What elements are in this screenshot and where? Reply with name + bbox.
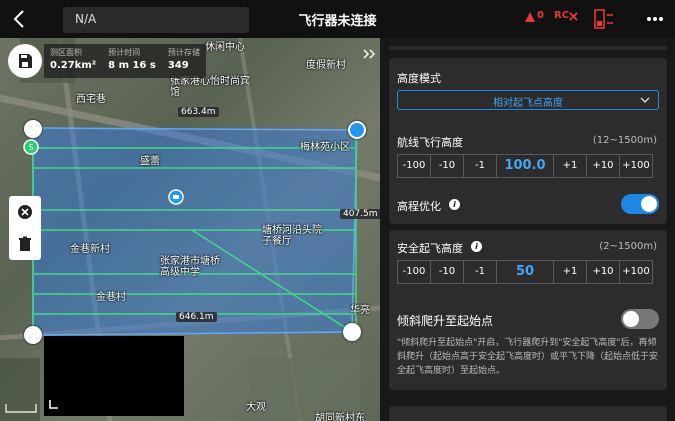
place-label: 休闲中心 — [205, 42, 245, 53]
place-label: 塘桥河沿头院子餐厅 — [262, 225, 322, 247]
mission-stats: 测区面积 0.27km² 预计时间 8 m 16 s 预计存储 349 — [44, 44, 206, 78]
toggle-knob — [641, 196, 657, 212]
save-icon — [19, 54, 32, 68]
place-label: 华亮 — [350, 305, 370, 316]
save-button[interactable] — [8, 44, 42, 78]
more-dots-icon[interactable] — [645, 10, 665, 28]
oblique-climb-toggle[interactable] — [621, 309, 659, 329]
vertex-handle[interactable] — [24, 120, 42, 138]
route-height-stepper: -100 -10 -1 100.0 +1 +10 +100 — [397, 154, 659, 178]
vertex-handle[interactable] — [343, 323, 361, 341]
safe-takeoff-stepper: -100 -10 -1 50 +1 +10 +100 — [397, 260, 659, 284]
distance-label: 646.1m — [176, 312, 217, 322]
place-label: 度假新村 — [306, 60, 346, 71]
place-label: 胡同新村东 — [315, 413, 365, 421]
takeoff-point-icon[interactable] — [168, 189, 184, 205]
height-mode-label: 高度模式 — [397, 72, 441, 85]
place-label: 金巷村 — [96, 292, 126, 303]
battery-icon — [594, 9, 613, 29]
plus-10-button[interactable]: +10 — [586, 154, 620, 178]
scale-bar — [5, 404, 37, 413]
minus-10-button[interactable]: -10 — [430, 154, 464, 178]
terrain-follow-label: 高程优化 — [397, 200, 441, 213]
height-mode-value: 相对起飞点高度 — [493, 98, 563, 109]
route-height-range: (12~1500m) — [592, 135, 657, 146]
map-tool-panel — [9, 196, 41, 260]
safe-takeoff-label: 安全起飞高度 — [397, 242, 463, 255]
place-label: 梅林苑小区 — [300, 142, 350, 153]
camera-preview[interactable] — [44, 336, 184, 416]
safe-takeoff-range: (2~1500m) — [599, 241, 657, 252]
rc-disconnected-icon — [569, 12, 578, 21]
terrain-follow-toggle[interactable] — [621, 194, 659, 214]
delete-point-icon[interactable] — [17, 204, 33, 220]
minus-100-button[interactable]: -100 — [397, 260, 431, 284]
place-label: 盛蕾 — [140, 156, 160, 167]
signal-icon — [525, 12, 535, 22]
signal-value: 0 — [537, 10, 544, 21]
takeoff-settings-card: 安全起飞高度 i (2~1500m) -100 -10 -1 50 +1 +10… — [389, 230, 667, 390]
safe-takeoff-value[interactable]: 50 — [496, 260, 554, 284]
collapse-panel-icon[interactable] — [362, 48, 376, 60]
expand-icon[interactable] — [48, 398, 60, 410]
minus-10-button[interactable]: -10 — [430, 260, 464, 284]
page-title: 飞行器未连接 — [298, 14, 377, 29]
status-text: N/A — [75, 12, 97, 26]
plus-100-button[interactable]: +100 — [619, 154, 653, 178]
place-label: 金巷新村 — [70, 244, 110, 255]
place-label: 西宅巷 — [76, 94, 106, 105]
oblique-climb-description: "倾斜爬升至起始点"开启，飞行器爬升到"安全起飞高度"后，再倾斜爬升（起始点高于… — [397, 338, 659, 376]
svg-text:S: S — [28, 143, 33, 152]
plus-1-button[interactable]: +1 — [553, 260, 587, 284]
distance-label: 663.4m — [178, 107, 219, 117]
minus-1-button[interactable]: -1 — [463, 154, 497, 178]
minus-100-button[interactable]: -100 — [397, 154, 431, 178]
route-height-label: 航线飞行高度 — [397, 136, 463, 149]
trash-icon[interactable] — [17, 236, 33, 252]
minus-1-button[interactable]: -1 — [463, 260, 497, 284]
stat-area: 测区面积 0.27km² — [50, 48, 97, 71]
status-field[interactable]: N/A — [63, 7, 249, 33]
start-point-icon[interactable]: S — [23, 139, 39, 155]
place-label: 张家港心怡时尚宾馆 — [170, 76, 250, 98]
stat-time: 预计时间 8 m 16 s — [108, 48, 156, 71]
chevron-left-icon[interactable] — [8, 7, 32, 31]
map-view[interactable]: 休闲中心 度假新村 西宅巷 张家港心怡时尚宾馆 盛蕾 梅林苑小区 金巷新村 张家… — [0, 38, 380, 421]
toggle-knob — [623, 311, 639, 327]
vertex-handle[interactable] — [24, 326, 42, 344]
plus-10-button[interactable]: +10 — [586, 260, 620, 284]
route-height-value[interactable]: 100.0 — [496, 154, 554, 178]
height-mode-select[interactable]: 相对起飞点高度 — [397, 90, 659, 110]
chevron-down-icon — [640, 97, 650, 103]
top-bar: N/A 飞行器未连接 0 RC — [0, 0, 675, 38]
info-icon[interactable]: i — [471, 241, 482, 252]
stat-storage: 预计存储 349 — [167, 48, 200, 71]
distance-label: 407.5m — [340, 209, 380, 219]
settings-panel[interactable]: 高度模式 相对起飞点高度 航线飞行高度 (12~1500m) -100 -10 … — [380, 38, 675, 421]
place-label: 大观 — [246, 402, 266, 413]
info-icon[interactable]: i — [449, 199, 460, 210]
oblique-climb-label: 倾斜爬升至起始点 — [397, 314, 494, 328]
rc-label: RC — [554, 10, 570, 21]
height-settings-card: 高度模式 相对起飞点高度 航线飞行高度 (12~1500m) -100 -10 … — [389, 58, 667, 224]
next-card — [389, 406, 667, 421]
vertex-handle[interactable] — [348, 121, 366, 139]
place-label: 张家港市塘桥高级中学 — [160, 256, 220, 278]
panel-divider — [389, 46, 667, 50]
plus-100-button[interactable]: +100 — [619, 260, 653, 284]
plus-1-button[interactable]: +1 — [553, 154, 587, 178]
